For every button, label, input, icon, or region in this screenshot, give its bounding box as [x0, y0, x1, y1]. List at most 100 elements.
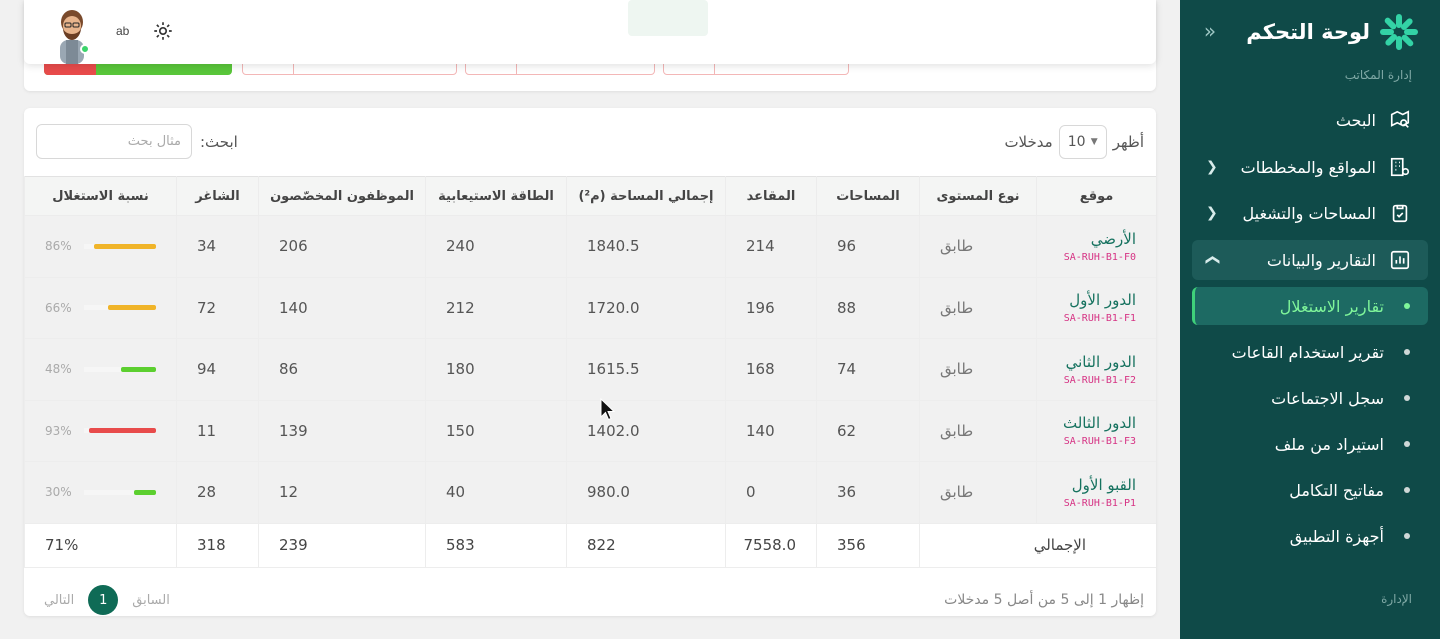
- assigned-cell: 139: [258, 399, 426, 462]
- utilization-bar-fill: [134, 489, 156, 495]
- apply-button[interactable]: [628, 0, 708, 36]
- search-control: ابحث:: [36, 124, 238, 159]
- column-header-assigned-staff[interactable]: الموظفون المخصّصون: [258, 176, 426, 216]
- column-header-capacity[interactable]: الطاقة الاستيعابية: [425, 176, 567, 216]
- sub-item-meetings-log[interactable]: سجل الاجتماعات: [1192, 379, 1428, 417]
- assigned-cell: 206: [258, 215, 426, 278]
- entries-label: مدخلات: [1004, 133, 1053, 151]
- capacity-cell: 212: [425, 276, 567, 339]
- total-label: الإجمالي: [919, 522, 1156, 568]
- location-name[interactable]: الأرضي: [1037, 230, 1136, 248]
- utilization-percent: 93%: [45, 423, 72, 438]
- sub-item-utilization-reports[interactable]: تقارير الاستغلال: [1192, 287, 1428, 325]
- brand[interactable]: لوحة التحكم: [1200, 12, 1420, 52]
- seats-cell: 196: [725, 276, 817, 339]
- utilization-bar-fill: [121, 366, 156, 372]
- table-row[interactable]: الدور الأول SA-RUH-B1-F1 طابق 88 196 1720.0 21…: [24, 276, 1156, 339]
- sidebar-item-search[interactable]: البحث: [1192, 100, 1428, 140]
- app-header: ab: [24, 0, 1156, 64]
- column-header-total-area[interactable]: إجمالي المساحة (م²): [566, 176, 726, 216]
- location-code: SA-RUH-B1-F0: [1063, 251, 1136, 263]
- table-row[interactable]: الدور الثالث SA-RUH-B1-F3 طابق 62 140 1402.0 1…: [24, 399, 1156, 462]
- collapse-sidebar-icon[interactable]: «: [1200, 21, 1220, 41]
- sidebar-item-spaces[interactable]: المساحات والتشغيل ❮: [1192, 193, 1428, 233]
- level-type-cell: طابق: [919, 399, 1037, 462]
- vacant-cell: 94: [176, 338, 259, 401]
- section-header-office: إدارة المكاتب: [1344, 68, 1412, 82]
- location-name[interactable]: الدور الثاني: [1037, 353, 1136, 371]
- chart-icon: [1388, 248, 1412, 272]
- utilization-cell: 30%: [24, 461, 177, 524]
- capacity-cell: 240: [425, 215, 567, 278]
- gear-icon[interactable]: [152, 20, 174, 42]
- sub-item-import[interactable]: استيراد من ملف: [1192, 425, 1428, 463]
- building-settings-icon: [1388, 155, 1412, 179]
- level-type-cell: طابق: [919, 461, 1037, 524]
- show-label: أظهر: [1112, 133, 1144, 151]
- page-number-button[interactable]: 1: [88, 585, 119, 615]
- utilization-bar: [84, 366, 156, 372]
- prev-page-button[interactable]: السابق: [132, 593, 170, 608]
- sub-item-label: تقارير الاستغلال: [1279, 296, 1384, 316]
- location-name[interactable]: الدور الثالث: [1037, 414, 1136, 432]
- assigned-cell: 12: [258, 461, 426, 524]
- sidebar-item-reports[interactable]: التقارير والبيانات ❮: [1192, 240, 1428, 280]
- table-row[interactable]: الأرضي SA-RUH-B1-F0 طابق 96 214 1840.5 240 206 3…: [24, 215, 1156, 278]
- location-cell: الدور الثاني SA-RUH-B1-F2: [1036, 338, 1156, 401]
- utilization-percent: 86%: [45, 239, 72, 254]
- sub-item-integration-keys[interactable]: مفاتيح التكامل: [1192, 471, 1428, 509]
- location-code: SA-RUH-B1-P1: [1063, 497, 1136, 509]
- chevron-left-icon: ❮: [1206, 159, 1218, 175]
- user-avatar[interactable]: [52, 8, 92, 64]
- language-switch[interactable]: ab: [116, 24, 129, 38]
- next-page-button[interactable]: التالي: [44, 593, 74, 608]
- utilization-bar-fill: [89, 428, 156, 434]
- seats-cell: 140: [725, 399, 817, 462]
- total-area: 822: [566, 522, 726, 568]
- vacant-cell: 34: [176, 215, 259, 278]
- sidebar-item-locations[interactable]: المواقع والمخططات ❮: [1192, 147, 1428, 187]
- location-name[interactable]: الدور الأول: [1037, 291, 1136, 309]
- report-card: أظهر 10 ▼ مدخلات ابحث: موقع نوع المستوى …: [24, 108, 1156, 616]
- sub-item-label: سجل الاجتماعات: [1271, 388, 1384, 408]
- column-header-level-type[interactable]: نوع المستوى: [919, 176, 1037, 216]
- sub-item-room-usage[interactable]: تقرير استخدام القاعات: [1192, 333, 1428, 371]
- column-header-vacant[interactable]: الشاغر: [176, 176, 259, 216]
- column-header-utilization[interactable]: نسبة الاستغلال: [24, 176, 177, 216]
- table-row[interactable]: الدور الثاني SA-RUH-B1-F2 طابق 74 168 1615.5 1…: [24, 338, 1156, 401]
- assigned-cell: 86: [258, 338, 426, 401]
- level-type-cell: طابق: [919, 276, 1037, 339]
- utilization-percent: 30%: [45, 485, 72, 500]
- location-code: SA-RUH-B1-F2: [1063, 374, 1136, 386]
- capacity-cell: 40: [425, 461, 567, 524]
- utilization-table: موقع نوع المستوى المساحات المقاعد إجمالي…: [24, 176, 1156, 568]
- bullet-icon: [1404, 441, 1410, 447]
- column-header-spaces[interactable]: المساحات: [816, 176, 920, 216]
- sub-item-label: استيراد من ملف: [1274, 434, 1384, 454]
- utilization-cell: 86%: [24, 215, 177, 278]
- table-row[interactable]: القبو الأول SA-RUH-B1-P1 طابق 36 0 980.0 40 12 2…: [24, 461, 1156, 524]
- bullet-icon: [1404, 487, 1410, 493]
- sidebar: لوحة التحكم « إدارة المكاتب البحث المواق…: [1180, 0, 1440, 639]
- column-header-seats[interactable]: المقاعد: [725, 176, 817, 216]
- total-seats: 7558.0: [725, 522, 817, 568]
- sub-item-label: مفاتيح التكامل: [1289, 480, 1384, 500]
- chevron-down-icon: ▼: [1090, 137, 1098, 147]
- sub-item-app-devices[interactable]: أجهزة التطبيق: [1192, 517, 1428, 555]
- total-utilization: 71%: [24, 522, 177, 568]
- utilization-bar: [84, 243, 156, 249]
- utilization-bar: [84, 428, 156, 434]
- page-length-select[interactable]: 10 ▼: [1058, 125, 1107, 159]
- bullet-icon: [1404, 395, 1410, 401]
- pagination: التالي 1 السابق: [44, 585, 170, 615]
- utilization-percent: 48%: [45, 362, 72, 377]
- search-input[interactable]: [36, 124, 192, 159]
- search-label: ابحث:: [200, 132, 238, 151]
- area-cell: 980.0: [566, 461, 726, 524]
- location-name[interactable]: القبو الأول: [1037, 476, 1136, 494]
- sidebar-item-label: البحث: [1335, 110, 1376, 130]
- online-status-dot: [80, 44, 90, 54]
- utilization-bar: [84, 489, 156, 495]
- location-code: SA-RUH-B1-F3: [1063, 436, 1136, 448]
- column-header-location[interactable]: موقع: [1036, 176, 1156, 216]
